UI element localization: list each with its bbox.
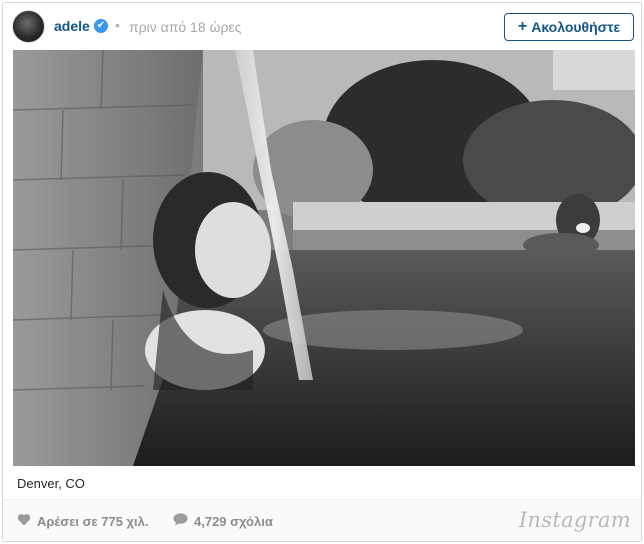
comments-label: 4,729 σχόλια — [194, 513, 273, 529]
post-footer: Αρέσει σε 775 χιλ. 4,729 σχόλια Instagra… — [3, 499, 641, 541]
username-link[interactable]: adele — [54, 18, 90, 34]
speech-bubble-icon — [173, 513, 188, 529]
likes-count[interactable]: Αρέσει σε 775 χιλ. — [17, 513, 149, 529]
comments-count[interactable]: 4,729 σχόλια — [173, 513, 273, 529]
follow-button-label: Ακολουθήστε — [531, 19, 621, 35]
plus-icon: + — [517, 18, 528, 35]
post-header: adele ✔ • πριν από 18 ώρες + Ακολουθήστε — [3, 3, 641, 49]
instagram-embed-card: adele ✔ • πριν από 18 ώρες + Ακολουθήστε — [2, 2, 642, 542]
follow-button[interactable]: + Ακολουθήστε — [504, 13, 634, 41]
likes-label: Αρέσει σε 775 χιλ. — [37, 513, 149, 529]
heart-icon — [17, 513, 31, 529]
post-timestamp[interactable]: πριν από 18 ώρες — [129, 19, 241, 35]
verified-badge-icon: ✔ — [94, 19, 108, 33]
instagram-logo[interactable]: Instagram — [519, 508, 631, 532]
post-photo[interactable] — [13, 50, 635, 466]
photo-image — [13, 50, 635, 466]
separator-dot: • — [115, 17, 120, 33]
location-caption[interactable]: Denver, CO — [17, 476, 85, 491]
avatar[interactable] — [12, 10, 45, 43]
